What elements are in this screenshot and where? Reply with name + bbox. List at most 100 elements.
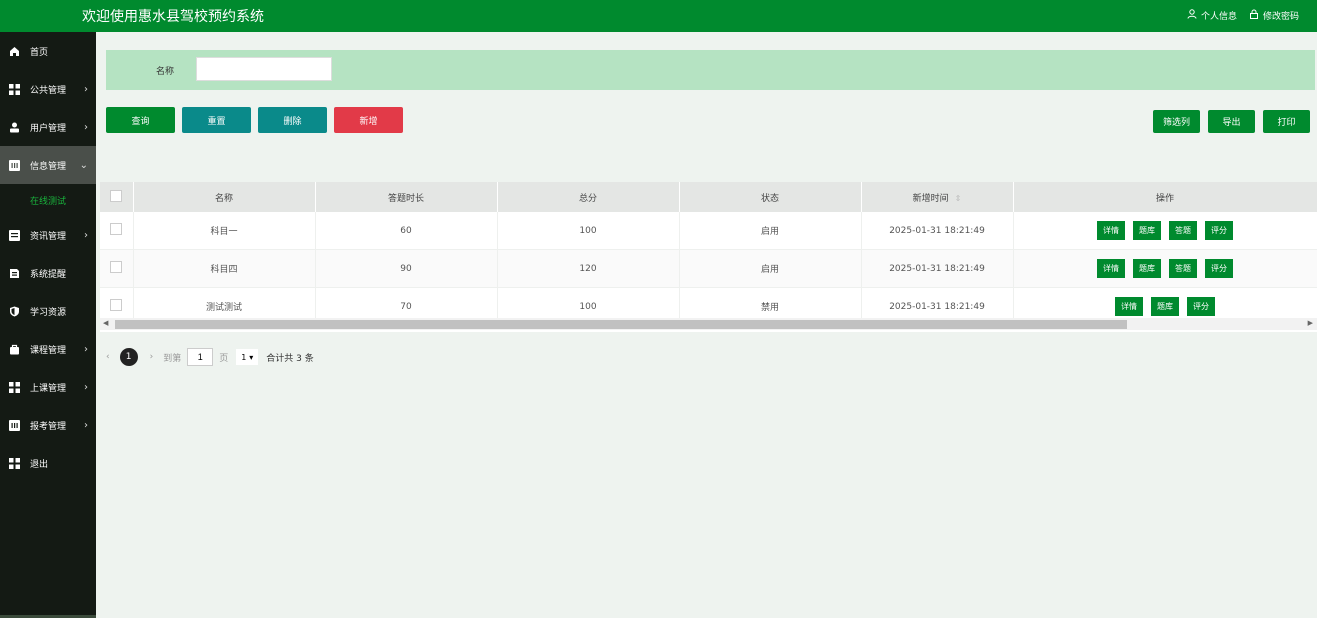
delete-button[interactable]: 删除 — [258, 107, 327, 133]
sidebar-item-course[interactable]: 课程管理 › — [0, 330, 96, 368]
sidebar-item-label: 报考管理 — [30, 421, 67, 432]
filter-columns-button[interactable]: 筛选列 — [1153, 110, 1200, 133]
sidebar-item-users[interactable]: 用户管理 › — [0, 108, 96, 146]
sidebar-item-label: 退出 — [30, 459, 49, 470]
question-bank-button[interactable]: 题库 — [1151, 297, 1179, 316]
query-button[interactable]: 查询 — [106, 107, 175, 133]
name-search-input[interactable] — [196, 57, 332, 81]
grid-icon — [8, 83, 20, 95]
sidebar-item-news[interactable]: 资讯管理 › — [0, 216, 96, 254]
chevron-right-icon: › — [84, 343, 88, 355]
list-icon — [8, 419, 20, 431]
cell-duration: 90 — [315, 249, 498, 288]
chevron-right-icon: › — [84, 121, 88, 133]
change-password-link[interactable]: 修改密码 — [1249, 9, 1299, 22]
cell-actions: 详情 题库 答题 评分 — [1013, 212, 1317, 250]
answer-button[interactable]: 答题 — [1169, 221, 1197, 240]
cell-actions: 详情 题库 答题 评分 — [1013, 249, 1317, 288]
grade-button[interactable]: 评分 — [1205, 221, 1233, 240]
cell-score: 100 — [497, 212, 680, 250]
detail-button[interactable]: 详情 — [1115, 297, 1143, 316]
main-content: 名称 查询 重置 删除 新增 筛选列 导出 打印 名称 答题时长 总分 状态 新… — [96, 32, 1317, 618]
horizontal-scrollbar[interactable]: ◀ ▶ — [100, 318, 1317, 330]
cell-name: 科目一 — [133, 212, 316, 250]
data-table: 名称 答题时长 总分 状态 新增时间 ⇕ 操作 科目一 60 100 启用 202… — [100, 182, 1317, 332]
grade-button[interactable]: 评分 — [1205, 259, 1233, 278]
cell-status: 启用 — [679, 249, 862, 288]
column-header-status: 状态 — [679, 182, 862, 212]
grid-icon — [8, 381, 20, 393]
bell-icon — [8, 267, 20, 279]
list-icon — [8, 159, 20, 171]
total-count: 合计共 3 条 — [266, 353, 314, 364]
scroll-left-icon[interactable]: ◀ — [103, 319, 108, 327]
reset-button[interactable]: 重置 — [182, 107, 251, 133]
sidebar: 首页 公共管理 › 用户管理 › 信息管理 ⌄ 在线测试 资讯管理 › 系统提醒… — [0, 32, 96, 618]
select-all-checkbox[interactable] — [100, 182, 134, 212]
sidebar-subitem-online-test[interactable]: 在线测试 — [0, 184, 96, 216]
sidebar-item-reminder[interactable]: 系统提醒 — [0, 254, 96, 292]
column-header-duration: 答题时长 — [315, 182, 498, 212]
print-button[interactable]: 打印 — [1263, 110, 1310, 133]
sidebar-item-resources[interactable]: 学习资源 — [0, 292, 96, 330]
row-checkbox[interactable] — [100, 212, 134, 250]
top-header: 欢迎使用惠水县驾校预约系统 个人信息 修改密码 — [0, 0, 1317, 32]
question-bank-button[interactable]: 题库 — [1133, 259, 1161, 278]
page-size-select[interactable]: 1 ▾ — [236, 349, 259, 365]
table-header-row: 名称 答题时长 总分 状态 新增时间 ⇕ 操作 — [100, 182, 1317, 212]
column-header-actions: 操作 — [1013, 182, 1317, 212]
sidebar-item-label: 学习资源 — [30, 307, 67, 318]
sidebar-item-label: 用户管理 — [30, 123, 67, 134]
app-title: 欢迎使用惠水县驾校预约系统 — [82, 9, 264, 25]
pagination: ‹ 1 › 到第 页 1▾ 合计共 3 条 — [106, 348, 314, 366]
cell-status: 启用 — [679, 212, 862, 250]
detail-button[interactable]: 详情 — [1097, 259, 1125, 278]
export-button[interactable]: 导出 — [1208, 110, 1255, 133]
goto-page-input[interactable] — [187, 348, 214, 366]
cell-name: 科目四 — [133, 249, 316, 288]
chevron-down-icon: ⌄ — [79, 159, 88, 171]
row-checkbox[interactable] — [100, 249, 134, 288]
column-header-time[interactable]: 新增时间 ⇕ — [861, 182, 1014, 212]
chevron-right-icon: › — [84, 229, 88, 241]
add-button[interactable]: 新增 — [334, 107, 403, 133]
sidebar-item-home[interactable]: 首页 — [0, 32, 96, 70]
scroll-right-icon[interactable]: ▶ — [1308, 319, 1313, 327]
detail-button[interactable]: 详情 — [1097, 221, 1125, 240]
cell-time: 2025-01-31 18:21:49 — [861, 212, 1014, 250]
grade-button[interactable]: 评分 — [1187, 297, 1215, 316]
answer-button[interactable]: 答题 — [1169, 259, 1197, 278]
sidebar-item-label: 首页 — [30, 47, 49, 58]
sidebar-item-info[interactable]: 信息管理 ⌄ — [0, 146, 96, 184]
sidebar-item-class[interactable]: 上课管理 › — [0, 368, 96, 406]
scrollbar-thumb[interactable] — [115, 320, 1127, 329]
password-label: 修改密码 — [1262, 12, 1299, 22]
profile-link[interactable]: 个人信息 — [1187, 9, 1237, 22]
profile-label: 个人信息 — [1200, 12, 1237, 22]
prev-page-icon[interactable]: ‹ — [106, 352, 110, 362]
chevron-down-icon: ▾ — [249, 352, 254, 362]
page-number[interactable]: 1 — [119, 348, 138, 366]
sidebar-item-label: 信息管理 — [30, 161, 67, 172]
goto-label: 到第 — [163, 353, 182, 364]
page-label: 页 — [219, 353, 229, 364]
sort-icon[interactable]: ⇕ — [955, 194, 962, 203]
home-icon — [8, 45, 20, 57]
cell-duration: 60 — [315, 212, 498, 250]
cell-time: 2025-01-31 18:21:49 — [861, 249, 1014, 288]
column-header-time-label: 新增时间 — [912, 193, 949, 204]
sidebar-item-logout[interactable]: 退出 — [0, 444, 96, 482]
next-page-icon[interactable]: › — [150, 352, 154, 362]
sidebar-item-label: 公共管理 — [30, 85, 67, 96]
sidebar-item-public[interactable]: 公共管理 › — [0, 70, 96, 108]
lock-icon — [1249, 9, 1259, 22]
sidebar-item-label: 上课管理 — [30, 383, 67, 394]
sidebar-item-label: 系统提醒 — [30, 269, 67, 280]
question-bank-button[interactable]: 题库 — [1133, 221, 1161, 240]
chevron-right-icon: › — [84, 83, 88, 95]
chevron-right-icon: › — [84, 381, 88, 393]
sidebar-item-exam[interactable]: 报考管理 › — [0, 406, 96, 444]
grid-icon — [8, 457, 20, 469]
name-label: 名称 — [156, 67, 175, 77]
table-row: 科目四 90 120 启用 2025-01-31 18:21:49 详情 题库 … — [100, 249, 1317, 288]
